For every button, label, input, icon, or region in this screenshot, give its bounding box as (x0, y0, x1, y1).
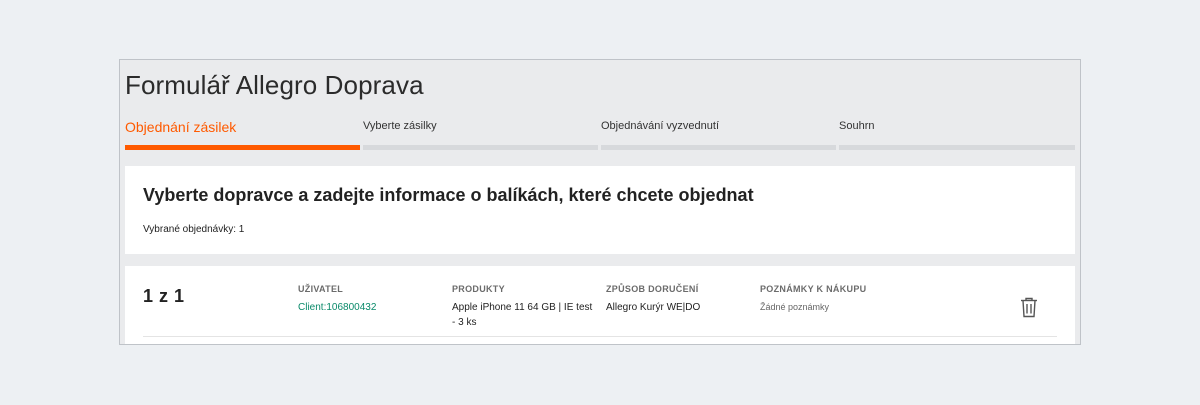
order-row: 1 z 1 UŽIVATEL Client:106800432 PRODUKTY… (125, 266, 1075, 344)
products-column: PRODUKTY Apple iPhone 11 64 GB | IE test… (452, 284, 597, 330)
step-order-pickup[interactable]: Objednávání vyzvednutí (601, 120, 836, 150)
notes-label: POZNÁMKY K NÁKUPU (760, 284, 867, 294)
order-counter: 1 z 1 (143, 286, 185, 306)
notes-column: POZNÁMKY K NÁKUPU Žádné poznámky (760, 284, 910, 315)
instructions-card: Vyberte dopravce a zadejte informace o b… (125, 166, 1075, 254)
stepper: Objednání zásilek Vyberte zásilky Objedn… (125, 119, 1075, 150)
notes-value: Žádné poznámky (760, 302, 830, 312)
step-label: Objednání zásilek (125, 119, 237, 135)
user-label: UŽIVATEL (298, 284, 344, 294)
products-label: PRODUKTY (452, 284, 505, 294)
section-heading: Vyberte dopravce a zadejte informace o b… (143, 185, 754, 205)
delivery-column: ZPŮSOB DORUČENÍ Allegro Kurýr WE|DO (606, 284, 756, 315)
step-progress-bar (601, 145, 836, 150)
trash-icon[interactable] (1019, 296, 1039, 318)
row-divider (143, 336, 1057, 337)
user-link[interactable]: Client:106800432 (298, 300, 448, 315)
user-column: UŽIVATEL Client:106800432 (298, 284, 448, 315)
page-title: Formulář Allegro Doprava (125, 70, 424, 100)
step-summary[interactable]: Souhrn (839, 120, 1075, 150)
step-progress-bar (363, 145, 598, 150)
selected-orders-count: Vybrané objednávky: 1 (143, 224, 245, 235)
step-label: Objednávání vyzvednutí (601, 120, 720, 132)
step-label: Vyberte zásilky (363, 120, 437, 132)
step-order-shipments[interactable]: Objednání zásilek (125, 119, 360, 150)
delivery-label: ZPŮSOB DORUČENÍ (606, 284, 699, 294)
products-value: Apple iPhone 11 64 GB | IE test - 3 ks (452, 302, 593, 328)
step-select-shipments[interactable]: Vyberte zásilky (363, 120, 598, 150)
delivery-value: Allegro Kurýr WE|DO (606, 302, 701, 313)
step-progress-bar (125, 145, 360, 150)
allegro-shipping-form: Formulář Allegro Doprava Objednání zásil… (119, 59, 1081, 345)
step-label: Souhrn (839, 120, 875, 132)
step-progress-bar (839, 145, 1075, 150)
